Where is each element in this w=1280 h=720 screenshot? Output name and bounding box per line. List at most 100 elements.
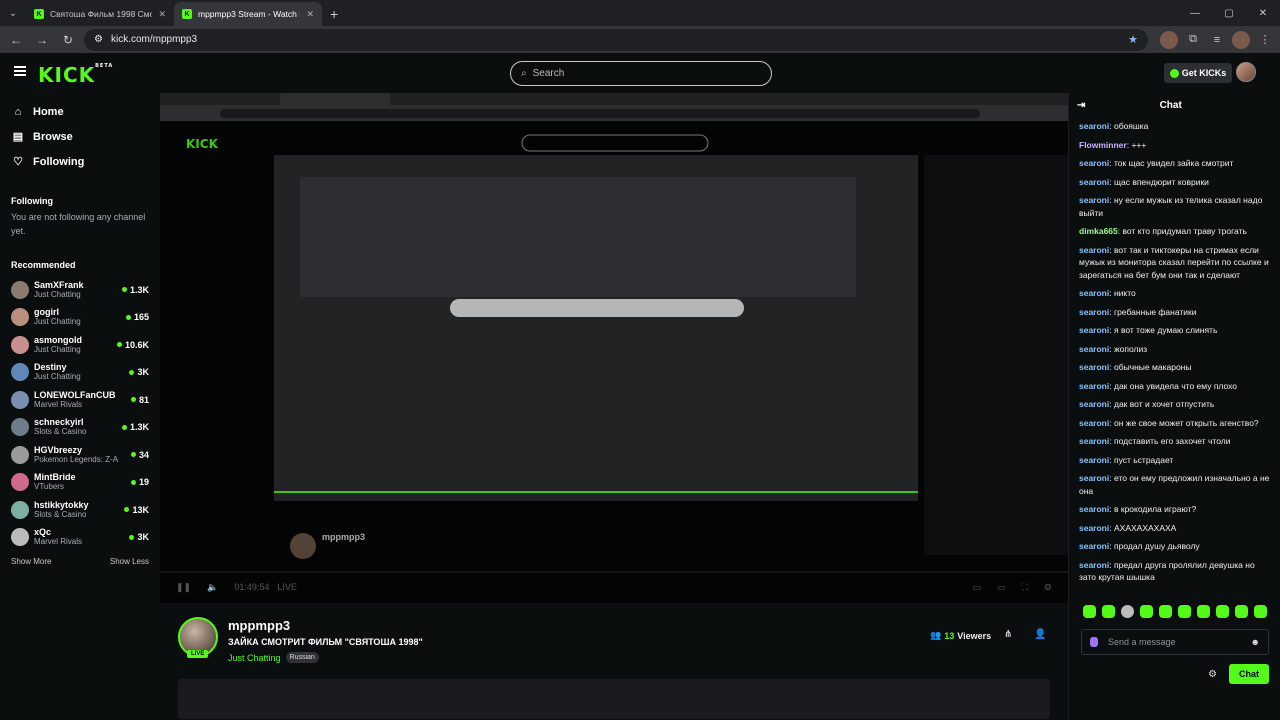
sidebar-item-browse[interactable]: ▤ Browse [0,124,160,149]
tab-close-icon[interactable]: ✕ [306,9,314,20]
chat-username[interactable]: searoni [1079,195,1109,205]
emote-icon[interactable] [1197,605,1210,618]
extensions-puzzle-icon[interactable]: ⧉ [1184,31,1202,49]
volume-icon[interactable]: 🔈 [207,582,218,593]
microphone-icon[interactable] [1090,637,1098,647]
user-avatar[interactable] [1236,62,1256,82]
chat-username[interactable]: searoni [1079,245,1109,255]
emote-icon[interactable] [1254,605,1267,618]
chat-username[interactable]: searoni [1079,121,1109,131]
tab-search-icon[interactable]: ⌄ [0,0,26,26]
chat-username[interactable]: searoni [1079,560,1109,570]
chat-message: searoni: ето он ему предложил изначально… [1079,473,1270,496]
extension-avatar-icon[interactable] [1160,30,1178,49]
tab-close-icon[interactable]: ✕ [158,9,166,20]
show-more-button[interactable]: Show More [11,557,51,566]
share-icon[interactable]: ⋔ [1004,629,1012,640]
emote-icon[interactable] [1159,605,1172,618]
pause-icon[interactable]: ❚❚ [176,582,191,593]
fullscreen-icon[interactable]: ⛶ [1022,582,1028,593]
close-window-icon[interactable]: ✕ [1246,0,1280,26]
reading-list-icon[interactable]: ≡ [1208,31,1226,49]
chat-username[interactable]: Flowminner [1079,140,1127,150]
recommended-channel[interactable]: asmongold Just Chatting 10.6K [0,331,160,359]
chat-input[interactable]: Send a message ☻ [1081,629,1269,655]
hamburger-menu-icon[interactable] [14,66,26,76]
chat-username[interactable]: searoni [1079,436,1109,446]
chat-username[interactable]: searoni [1079,158,1109,168]
recommended-channel[interactable]: MintBride VTubers 19 [0,469,160,497]
clip-icon[interactable]: ▭ [973,582,982,593]
chat-username[interactable]: searoni [1079,523,1109,533]
recommended-heading: Recommended [11,260,76,270]
chat-username[interactable]: searoni [1079,177,1109,187]
chat-username[interactable]: searoni [1079,381,1109,391]
minimize-icon[interactable]: — [1178,0,1212,26]
streamer-name[interactable]: mppmpp3 [228,618,290,633]
profile-avatar-icon[interactable] [1232,30,1250,49]
viewer-count: 👥 13 Viewers [930,630,991,641]
recommended-channel[interactable]: HGVbreezy Pokemon Legends: Z-A 34 [0,441,160,469]
recommended-channel[interactable]: LONEWOLFanCUB Marvel Rivals 81 [0,386,160,414]
emote-icon[interactable] [1235,605,1248,618]
settings-icon[interactable]: ⚙ [1044,582,1052,593]
recommended-channel[interactable]: Destiny Just Chatting 3K [0,359,160,387]
emote-icon[interactable] [1178,605,1191,618]
kick-logo[interactable]: KICKBETA [38,63,113,87]
recommended-channel[interactable]: hstikkytokky Slots & Casino 13K [0,496,160,524]
chat-username[interactable]: searoni [1079,455,1109,465]
chat-message: searoni: жополиз [1079,343,1148,354]
send-chat-button[interactable]: Chat [1229,664,1269,684]
sidebar-item-following[interactable]: ♡ Following [0,149,160,174]
emote-icon[interactable] [1121,605,1134,618]
channel-viewers: 165 [133,312,149,323]
viewers-icon: 👥 [930,630,942,640]
recommended-channel[interactable]: SamXFrank Just Chatting 1.3K [0,276,160,304]
language-tag[interactable]: Russian [285,652,319,663]
address-bar[interactable]: ⚙ kick.com/mppmpp3 ★ [84,28,1148,51]
chat-username[interactable]: searoni [1079,541,1109,551]
recommended-channel[interactable]: xQc Marvel Rivals 3K [0,524,160,552]
chat-username[interactable]: searoni [1079,362,1109,372]
sidebar-item-home[interactable]: ⌂ Home [0,99,160,124]
follow-user-icon[interactable]: 👤 [1034,629,1046,640]
emote-icon[interactable] [1216,605,1229,618]
video-player[interactable]: KICK mppmpp3 ❚❚ 🔈 01:49:54 LIVE ▭ ▭ ⛶ ⚙ [160,93,1068,603]
site-info-icon[interactable]: ⚙ [94,34,103,45]
theatre-mode-icon[interactable]: ▭ [997,582,1006,593]
chat-settings-icon[interactable]: ⚙ [1208,669,1217,680]
browser-menu-icon[interactable]: ⋮ [1256,31,1274,49]
back-icon[interactable]: ← [6,30,26,50]
show-less-button[interactable]: Show Less [110,557,149,566]
chat-username[interactable]: searoni [1079,418,1109,428]
emote-icon[interactable] [1140,605,1153,618]
emote-icon[interactable] [1083,605,1096,618]
recommended-channel[interactable]: gogirl Just Chatting 165 [0,304,160,332]
collapse-chat-icon[interactable]: ⇥ [1077,100,1085,111]
chat-username[interactable]: searoni [1079,399,1109,409]
chat-username[interactable]: searoni [1079,344,1109,354]
chat-message: searoni: продал душу дьяволу [1079,541,1200,551]
chat-username[interactable]: dimka665 [1079,226,1118,236]
chat-text: я вот тоже думаю слинять [1113,325,1218,335]
recommended-channel[interactable]: schneckyirl Slots & Casino 1.3K [0,414,160,442]
chat-username[interactable]: searoni [1079,307,1109,317]
forward-icon[interactable]: → [32,30,52,50]
chat-username[interactable]: searoni [1079,473,1109,483]
emote-icon[interactable] [1102,605,1115,618]
get-kicks-button[interactable]: Get KICKs [1164,63,1232,83]
emoji-picker-icon[interactable]: ☻ [1251,637,1260,647]
chat-username[interactable]: searoni [1079,325,1109,335]
following-heading: Following [11,196,53,206]
reload-icon[interactable]: ↻ [58,30,78,50]
channel-avatar [11,445,29,464]
stream-category[interactable]: Just Chatting [228,653,281,663]
browser-tab-2[interactable]: K mppmpp3 Stream - Watch Live ✕ [174,2,322,26]
chat-username[interactable]: searoni [1079,504,1109,514]
maximize-icon[interactable]: ▢ [1212,0,1246,26]
browser-tab-1[interactable]: K Святоша Фильм 1998 Смотреть онлайн ✕ [26,2,174,26]
new-tab-icon[interactable]: + [322,6,346,26]
chat-username[interactable]: searoni [1079,288,1109,298]
search-input[interactable]: ⌕ Search [510,61,772,86]
bookmark-star-icon[interactable]: ★ [1128,33,1138,46]
